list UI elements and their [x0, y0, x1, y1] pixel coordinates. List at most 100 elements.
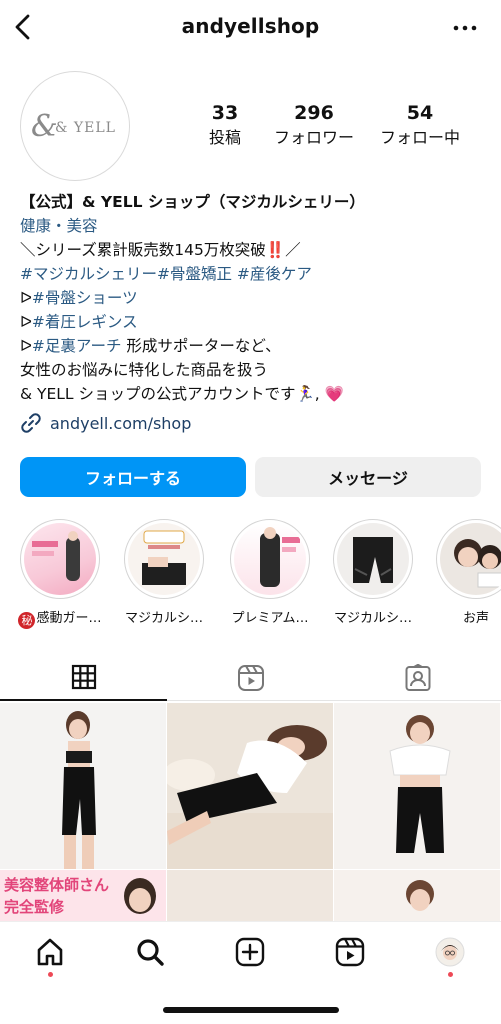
highlight-ring	[20, 519, 100, 599]
tab-tagged[interactable]	[334, 655, 501, 701]
highlight-ring	[124, 519, 204, 599]
followers-count: 296	[294, 102, 334, 124]
following-label: フォロー中	[379, 128, 460, 147]
post-image	[389, 715, 451, 853]
triangle-bullet: ᐅ	[20, 313, 32, 331]
post-thumbnail[interactable]	[167, 703, 333, 869]
nav-create[interactable]	[230, 932, 270, 972]
post-thumbnail[interactable]	[334, 703, 500, 869]
highlight-ring	[230, 519, 310, 599]
profile-username: andyellshop	[181, 14, 320, 38]
followers-label: フォロワー	[273, 128, 354, 147]
highlight-label: マジカルシ…	[333, 611, 412, 626]
cover-art	[260, 527, 300, 587]
home-notification-dot	[48, 972, 53, 977]
cover-art	[353, 537, 393, 583]
profile-notification-dot	[448, 972, 453, 977]
post-thumbnail[interactable]	[0, 703, 166, 869]
following-count: 54	[406, 102, 434, 124]
profile-display-name: 【公式】& YELL ショップ（マジカルシェリー）	[20, 193, 365, 211]
posts-grid: 美容整体師さん 完全監修	[0, 703, 501, 921]
message-button[interactable]: メッセージ	[255, 457, 481, 497]
post-image: 美容整体師さん 完全監修	[0, 870, 166, 921]
tab-grid[interactable]	[0, 655, 167, 701]
runner-heart-emoji: 🏃‍♀️, 💗	[295, 385, 344, 403]
reels-icon	[335, 937, 365, 967]
story-highlights: 秘感動ガー… マジカルシ… プレミアム… マジカルシ… お声	[0, 519, 501, 629]
triangle-bullet: ᐅ	[20, 337, 32, 355]
profile-tabs	[0, 655, 501, 701]
bio-line-7: & YELL ショップの公式アカウントです🏃‍♀️, 💗	[20, 382, 490, 406]
highlight-item[interactable]: マジカルシ…	[114, 519, 214, 626]
search-icon	[137, 939, 164, 966]
bio-hashtags[interactable]: #マジカルシェリー#骨盤矯正 #産後ケア	[20, 262, 490, 286]
svg-text:美容整体師さん: 美容整体師さん	[4, 876, 109, 894]
stat-posts[interactable]: 33 投稿	[190, 101, 260, 149]
post-image	[406, 880, 434, 911]
highlight-label: プレミアム…	[231, 611, 309, 626]
highlight-item[interactable]: マジカルシ…	[323, 519, 423, 626]
create-post-icon	[235, 937, 265, 967]
stat-followers[interactable]: 296 フォロワー	[260, 101, 368, 149]
highlight-label: 秘感動ガー…	[10, 607, 110, 629]
brand-logo: & & YELL	[31, 109, 116, 144]
hashtag-link[interactable]: #骨盤ショーツ	[32, 289, 138, 307]
more-options-icon[interactable]	[453, 16, 477, 40]
top-bar: andyellshop	[0, 0, 501, 58]
highlight-label: お声	[462, 611, 489, 626]
highlight-label-text: 感動ガー…	[36, 611, 102, 626]
bio-line-4: ᐅ#着圧レギンス	[20, 310, 490, 334]
post-thumbnail[interactable]	[167, 870, 333, 921]
posts-count: 33	[211, 102, 239, 124]
highlight-item[interactable]: プレミアム…	[220, 519, 320, 626]
profile-avatar-icon	[435, 937, 465, 967]
nav-profile[interactable]	[430, 932, 470, 977]
highlight-cover	[24, 523, 96, 595]
bio-line-1: ＼シリーズ累計販売数145万枚突破‼️／	[20, 238, 490, 262]
highlight-cover	[234, 523, 306, 595]
tagged-person-icon	[405, 664, 430, 691]
cover-art	[142, 530, 186, 585]
grid-icon	[71, 664, 96, 690]
bio-line-1-text: ＼シリーズ累計販売数145万枚突破	[20, 241, 266, 259]
nav-search[interactable]	[130, 932, 170, 972]
profile-avatar[interactable]: & & YELL	[20, 71, 130, 181]
bio-line-5: ᐅ#足裏アーチ 形成サポーターなど、	[20, 334, 490, 358]
svg-text:完全監修: 完全監修	[4, 898, 65, 916]
reels-icon	[237, 665, 264, 691]
profile-bio: 【公式】& YELL ショップ（マジカルシェリー） 健康・美容 ＼シリーズ累計販…	[20, 190, 490, 406]
highlight-item[interactable]: 秘感動ガー…	[10, 519, 110, 629]
highlight-cover	[337, 523, 409, 595]
post-image	[167, 725, 333, 869]
bio-line-1-end: ／	[285, 241, 301, 259]
post-image	[62, 711, 96, 869]
post-thumbnail[interactable]	[334, 870, 500, 921]
profile-category[interactable]: 健康・美容	[20, 214, 490, 238]
follow-button[interactable]: フォローする	[20, 457, 246, 497]
bottom-navigation	[0, 921, 501, 981]
hashtag-link[interactable]: #足裏アーチ	[32, 337, 122, 355]
bio-line-3: ᐅ#骨盤ショーツ	[20, 286, 490, 310]
profile-link[interactable]: andyell.com/shop	[20, 412, 191, 434]
home-indicator	[163, 1007, 339, 1013]
cover-art	[454, 539, 501, 588]
highlight-ring	[436, 519, 501, 599]
profile-link-text: andyell.com/shop	[50, 413, 192, 433]
bio-line-6: 女性のお悩みに特化した商品を扱う	[20, 361, 269, 379]
bio-line-5-text: 形成サポーターなど、	[121, 337, 281, 355]
highlight-label: マジカルシ…	[124, 611, 203, 626]
double-exclamation-emoji: ‼️	[265, 241, 286, 259]
tab-reels[interactable]	[167, 655, 334, 701]
secret-badge-icon: 秘	[18, 612, 36, 629]
triangle-bullet: ᐅ	[20, 289, 32, 307]
cover-art	[32, 531, 80, 581]
post-thumbnail[interactable]: 美容整体師さん 完全監修	[0, 870, 166, 921]
svg-text:& YELL: & YELL	[55, 120, 116, 136]
home-icon	[37, 938, 63, 966]
hashtag-link[interactable]: #着圧レギンス	[32, 313, 138, 331]
highlight-cover	[440, 523, 501, 595]
stat-following[interactable]: 54 フォロー中	[368, 101, 472, 149]
highlight-item[interactable]: お声	[426, 519, 501, 626]
nav-home[interactable]	[30, 932, 70, 977]
nav-reels[interactable]	[330, 932, 370, 972]
